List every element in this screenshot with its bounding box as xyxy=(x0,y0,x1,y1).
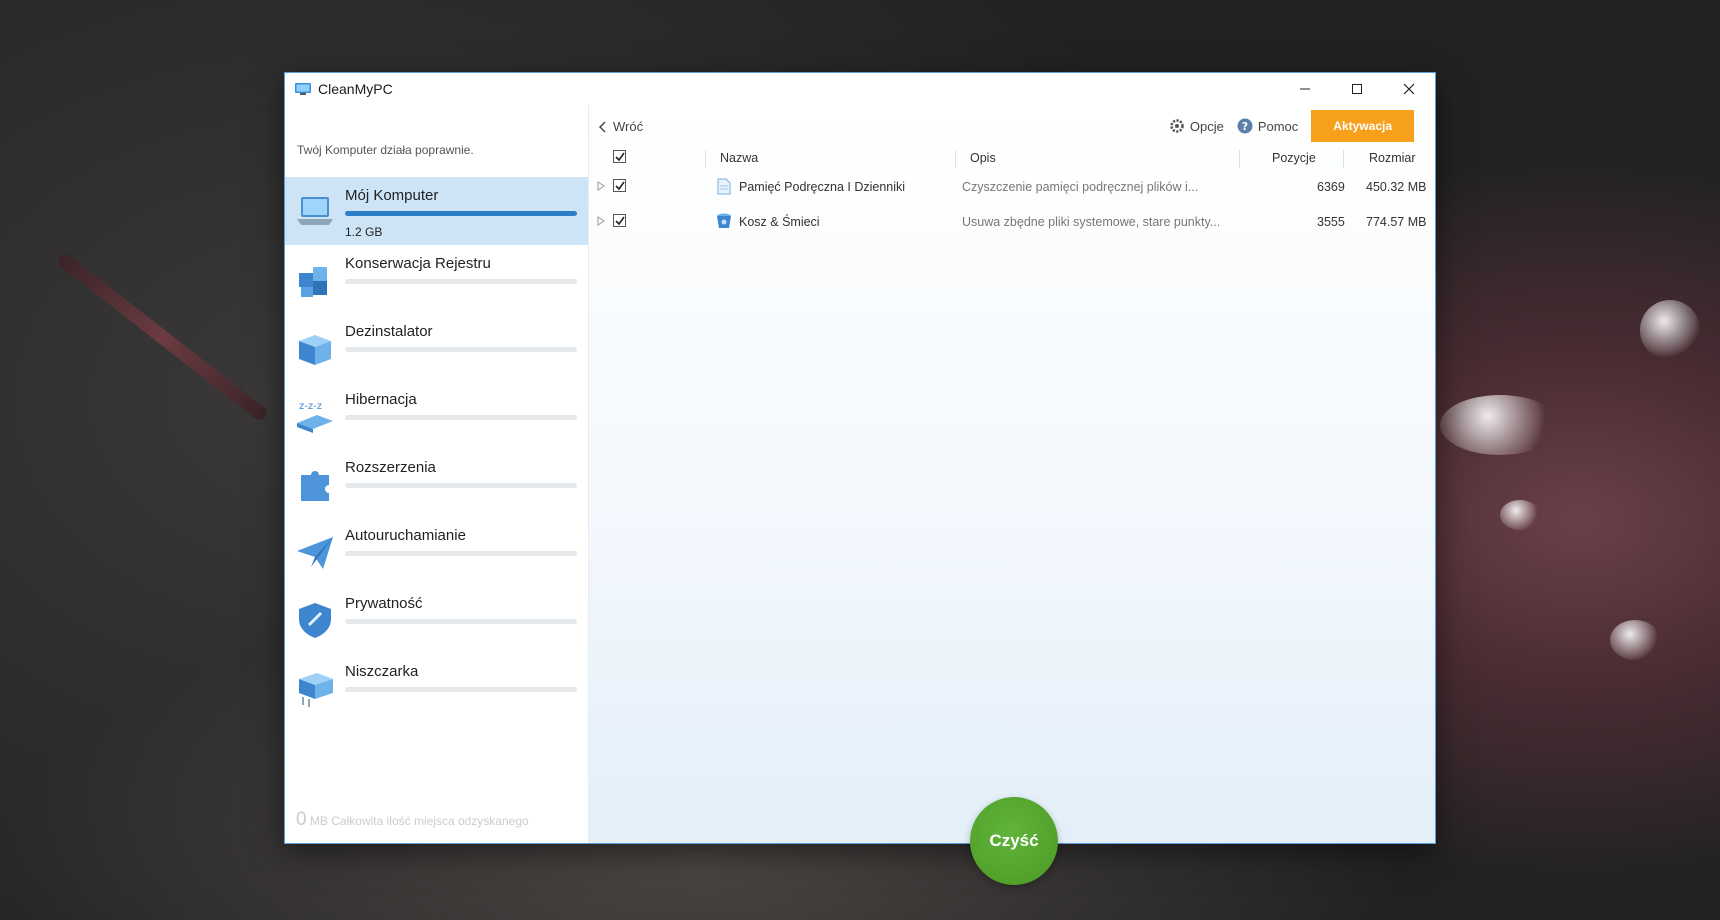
monitor-app-icon xyxy=(295,83,311,95)
trash-bin-icon xyxy=(717,213,731,228)
paper-plane-icon xyxy=(297,537,333,569)
laptop-icon xyxy=(297,197,333,225)
activate-button[interactable]: Aktywacja xyxy=(1311,110,1414,142)
registry-cubes-icon xyxy=(299,267,327,297)
expand-arrow-icon[interactable] xyxy=(597,181,605,191)
row-name: Kosz & Śmieci xyxy=(739,215,820,229)
table-header: Nazwa Opis Pozycje Rozmiar xyxy=(589,146,1435,170)
check-icon xyxy=(614,216,625,225)
column-header-description[interactable]: Opis xyxy=(970,151,996,165)
column-header-size[interactable]: Rozmiar xyxy=(1369,151,1416,165)
progress-bar xyxy=(345,619,577,624)
minimize-icon xyxy=(1300,88,1310,90)
column-header-name[interactable]: Nazwa xyxy=(720,151,758,165)
table-row[interactable]: Pamięć Podręczna I Dzienniki Czyszczenie… xyxy=(589,171,1435,203)
column-separator xyxy=(1239,150,1240,168)
row-description: Usuwa zbędne pliki systemowe, stare punk… xyxy=(962,215,1221,229)
expand-arrow-icon[interactable] xyxy=(597,216,605,226)
water-drop xyxy=(1610,620,1660,660)
progress-bar xyxy=(345,687,577,692)
select-all-checkbox[interactable] xyxy=(613,150,626,163)
sidebar-item-label: Prywatność xyxy=(345,595,423,612)
app-window: CleanMyPC Twój Komputer działa poprawnie… xyxy=(284,72,1436,885)
sidebar-item-label: Rozszerzenia xyxy=(345,459,436,476)
help-label: Pomoc xyxy=(1257,118,1299,134)
box-icon xyxy=(299,335,331,365)
sidebar-item-registry[interactable]: Konserwacja Rejestru xyxy=(285,245,588,313)
water-drop xyxy=(1440,395,1560,455)
reclaimed-value: 0 xyxy=(296,809,307,830)
reclaimed-label: MB Całkowita ilość miejsca odzyskanego xyxy=(309,814,529,828)
status-message: Twój Komputer działa poprawnie. xyxy=(297,143,474,157)
toolbar: Opcje ? Pomoc Aktywacja xyxy=(1169,110,1414,142)
sidebar-item-label: Hibernacja xyxy=(345,391,417,408)
water-drop xyxy=(1640,300,1700,360)
help-icon: ? xyxy=(1237,118,1253,134)
minimize-button[interactable] xyxy=(1279,73,1331,105)
options-button[interactable]: Opcje xyxy=(1169,118,1224,134)
help-button[interactable]: ? Pomoc xyxy=(1237,118,1298,134)
row-description: Czyszczenie pamięci podręcznej plików i.… xyxy=(962,180,1199,194)
sidebar-item-my-computer[interactable]: Mój Komputer 1.2 GB xyxy=(285,177,588,245)
sidebar-item-shredder[interactable]: Niszczarka xyxy=(285,653,588,721)
sidebar-item-label: Autouruchamianie xyxy=(345,527,466,544)
clean-button[interactable]: Czyść xyxy=(970,797,1058,885)
check-icon xyxy=(614,181,625,190)
reclaimed-space: 0 MB Całkowita ilość miejsca odzyskanego xyxy=(296,809,529,831)
svg-text:z-z-z: z-z-z xyxy=(299,401,322,412)
sidebar-item-privacy[interactable]: Prywatność xyxy=(285,585,588,653)
close-button[interactable] xyxy=(1383,73,1435,105)
sidebar-item-uninstaller[interactable]: Dezinstalator xyxy=(285,313,588,381)
sidebar-item-label: Dezinstalator xyxy=(345,323,433,340)
maximize-button[interactable] xyxy=(1331,73,1383,105)
title-bar[interactable]: CleanMyPC xyxy=(285,73,1435,105)
window-title: CleanMyPC xyxy=(318,81,393,97)
back-button[interactable]: Wróć xyxy=(599,119,643,134)
row-checkbox[interactable] xyxy=(613,179,626,192)
shield-icon xyxy=(299,603,331,638)
column-separator xyxy=(705,150,706,168)
sidebar-item-size: 1.2 GB xyxy=(345,225,383,239)
row-size: 774.57 MB xyxy=(1366,215,1427,229)
sidebar-item-label: Konserwacja Rejestru xyxy=(345,255,491,272)
progress-bar xyxy=(345,211,577,216)
sidebar-item-hibernation[interactable]: z-z-z Hibernacja xyxy=(285,381,588,449)
column-separator xyxy=(1343,150,1344,168)
check-icon xyxy=(614,152,625,161)
sidebar-item-label: Niszczarka xyxy=(345,663,419,680)
options-label: Opcje xyxy=(1189,118,1224,134)
sidebar-item-extensions[interactable]: Rozszerzenia xyxy=(285,449,588,517)
column-header-items[interactable]: Pozycje xyxy=(1272,151,1316,165)
sleep-icon: z-z-z xyxy=(297,401,333,433)
table-row[interactable]: Kosz & Śmieci Usuwa zbędne pliki systemo… xyxy=(589,206,1435,238)
sidebar: Twój Komputer działa poprawnie. Mój Komp… xyxy=(285,105,588,843)
sidebar-item-autorun[interactable]: Autouruchamianie xyxy=(285,517,588,585)
svg-text:?: ? xyxy=(1242,120,1248,133)
leaf-stem xyxy=(55,251,270,423)
shredder-icon xyxy=(299,673,333,707)
gear-icon xyxy=(1170,119,1184,133)
puzzle-icon xyxy=(301,471,329,501)
progress-bar xyxy=(345,279,577,284)
document-icon xyxy=(717,178,731,195)
progress-bar xyxy=(345,483,577,488)
main-panel: Wróć Opcje ? Pomoc Aktywacja Nazwa Opis … xyxy=(588,105,1435,885)
chevron-left-icon xyxy=(599,120,606,133)
maximize-icon xyxy=(1352,84,1362,94)
sidebar-item-label: Mój Komputer xyxy=(345,187,439,204)
row-checkbox[interactable] xyxy=(613,214,626,227)
close-icon xyxy=(1403,83,1415,95)
row-size: 450.32 MB xyxy=(1366,180,1427,194)
row-items: 6369 xyxy=(1317,180,1345,194)
column-separator xyxy=(955,150,956,168)
row-name: Pamięć Podręczna I Dzienniki xyxy=(739,180,906,194)
row-items: 3555 xyxy=(1317,215,1345,229)
water-drop xyxy=(1500,500,1540,530)
progress-bar xyxy=(345,347,577,352)
progress-bar xyxy=(345,415,577,420)
progress-bar xyxy=(345,551,577,556)
back-label: Wróć xyxy=(613,119,644,134)
